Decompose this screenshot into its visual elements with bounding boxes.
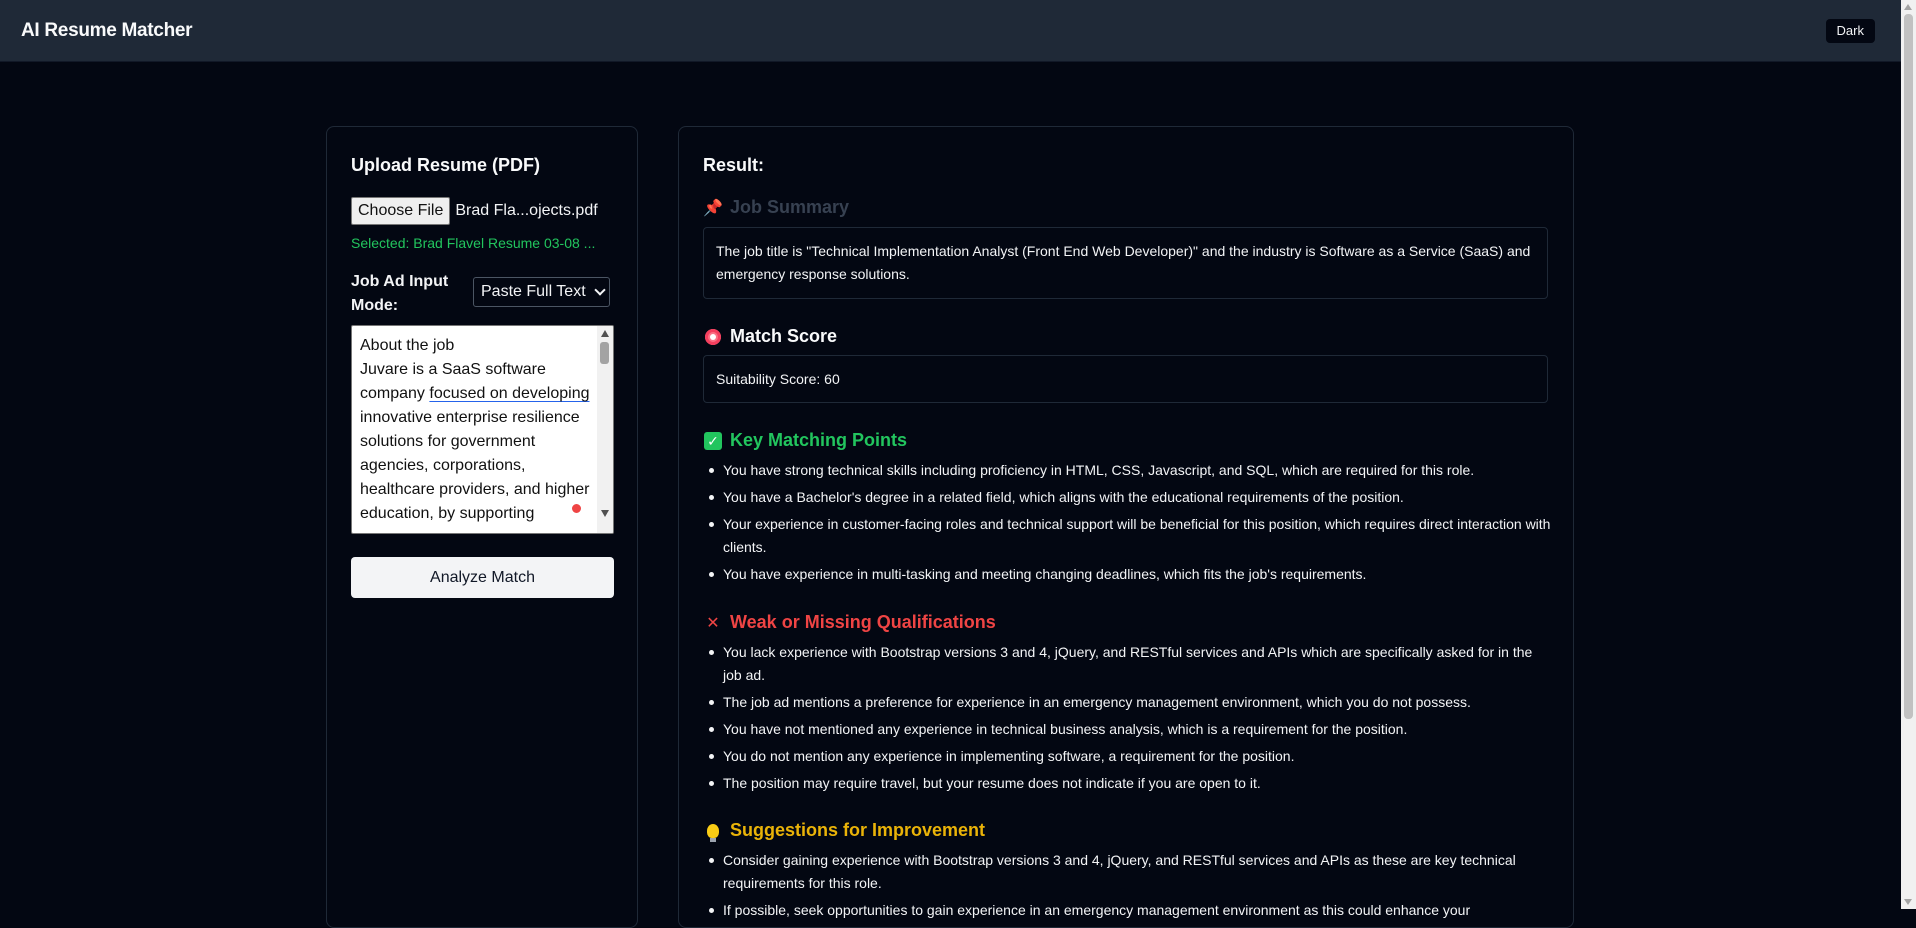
key-matching-heading: ✓ Key Matching Points <box>703 430 907 451</box>
input-panel: Upload Resume (PDF) Choose File Brad Fla… <box>326 126 638 928</box>
match-score-heading: Match Score <box>703 326 837 347</box>
pushpin-icon: 📌 <box>703 199 723 217</box>
theme-toggle-button[interactable]: Dark <box>1825 19 1875 43</box>
match-score-box: Suitability Score: 60 <box>703 355 1548 403</box>
job-summary-heading: 📌 Job Summary <box>703 197 849 218</box>
scroll-down-icon[interactable] <box>1904 899 1912 905</box>
match-score-text: Suitability Score: 60 <box>716 371 840 387</box>
suggestions-title: Suggestions for Improvement <box>730 820 986 840</box>
file-name: Brad Fla...ojects.pdf <box>455 202 598 219</box>
match-score-title: Match Score <box>730 326 838 346</box>
list-item: The job ad mentions a preference for exp… <box>703 691 1553 714</box>
page-scrollbar[interactable] <box>1901 0 1916 909</box>
textarea-scrollbar[interactable] <box>597 326 613 533</box>
list-item: You have a Bachelor's degree in a relate… <box>703 486 1553 509</box>
result-heading: Result: <box>703 155 765 175</box>
file-input[interactable]: Choose File Brad Fla...ojects.pdf <box>351 197 598 225</box>
result-panel: Result: 📌 Job Summary The job title is "… <box>678 126 1574 928</box>
list-item: You have experience in multi-tasking and… <box>703 563 1553 586</box>
check-icon: ✓ <box>703 431 723 451</box>
textarea-scroll-thumb[interactable] <box>600 342 609 364</box>
job-ad-text-underlined: focused on developing <box>429 385 590 402</box>
job-summary-text: The job title is "Technical Implementati… <box>716 243 1531 282</box>
list-item: You do not mention any experience in imp… <box>703 745 1553 768</box>
list-item: Your experience in customer-facing roles… <box>703 513 1553 559</box>
mode-select-value: Paste Full Text <box>481 283 586 300</box>
cross-icon: ✕ <box>706 614 720 632</box>
job-summary-box: The job title is "Technical Implementati… <box>703 227 1548 299</box>
suggestions-list: Consider gaining experience with Bootstr… <box>703 849 1553 926</box>
grammar-indicator-icon[interactable] <box>571 503 582 514</box>
weak-missing-title: Weak or Missing Qualifications <box>730 612 996 632</box>
upload-heading: Upload Resume (PDF) <box>351 155 541 175</box>
target-icon <box>703 327 723 347</box>
list-item: If possible, seek opportunities to gain … <box>703 899 1553 922</box>
list-item: The position may require travel, but you… <box>703 772 1553 795</box>
job-ad-text-end: innovative enterprise resilience solutio… <box>360 385 594 522</box>
chevron-down-icon <box>594 284 606 296</box>
key-matching-title: Key Matching Points <box>730 430 908 450</box>
list-item: Consider gaining experience with Bootstr… <box>703 849 1553 895</box>
list-item: You have strong technical skills includi… <box>703 459 1553 482</box>
top-bar: AI Resume Matcher Dark <box>0 0 1901 62</box>
textarea-scroll-down-icon[interactable] <box>601 510 609 517</box>
analyze-match-button[interactable]: Analyze Match <box>351 557 614 598</box>
scrollbar-thumb[interactable] <box>1904 14 1913 719</box>
selected-file-status: Selected: Brad Flavel Resume 03-08 ... <box>351 235 596 251</box>
choose-file-button[interactable]: Choose File <box>351 197 451 225</box>
lightbulb-icon <box>703 821 723 842</box>
weak-missing-list: You lack experience with Bootstrap versi… <box>703 641 1553 799</box>
weak-missing-heading: ✕ Weak or Missing Qualifications <box>703 612 996 633</box>
list-item: You have not mentioned any experience in… <box>703 718 1553 741</box>
job-summary-title: Job Summary <box>730 197 850 217</box>
suggestions-heading: Suggestions for Improvement <box>703 820 986 842</box>
textarea-scroll-up-icon[interactable] <box>601 330 609 337</box>
scroll-up-icon[interactable] <box>1904 4 1912 10</box>
job-ad-mode-select[interactable]: Paste Full Text <box>473 277 610 307</box>
list-item: You lack experience with Bootstrap versi… <box>703 641 1553 687</box>
job-ad-text: About the job Juvare is a SaaS software … <box>360 334 590 526</box>
job-ad-textarea[interactable]: About the job Juvare is a SaaS software … <box>351 325 614 534</box>
key-matching-list: You have strong technical skills includi… <box>703 459 1553 590</box>
app-title: AI Resume Matcher <box>21 20 193 41</box>
job-ad-mode-label: Job Ad Input Mode: <box>351 273 449 314</box>
